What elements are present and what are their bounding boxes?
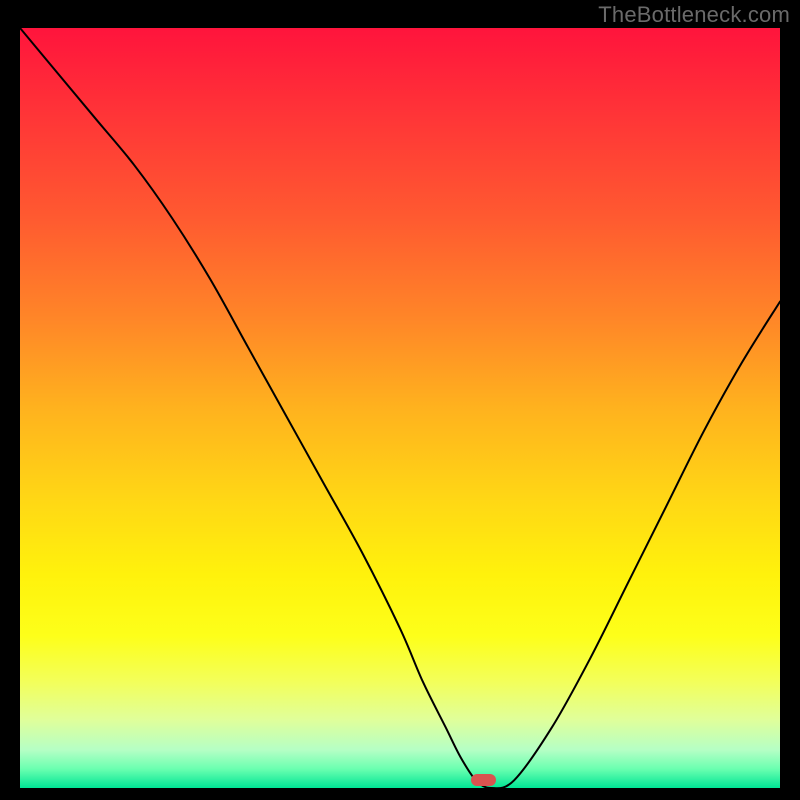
chart-frame: TheBottleneck.com — [0, 0, 800, 800]
bottleneck-curve — [20, 28, 780, 788]
plot-area — [20, 28, 780, 780]
minimum-marker — [471, 774, 495, 786]
watermark-text: TheBottleneck.com — [598, 2, 790, 28]
